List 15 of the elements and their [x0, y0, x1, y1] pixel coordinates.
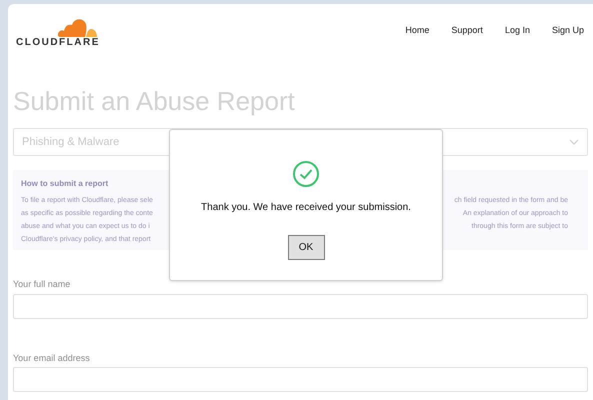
logo-wordmark: CLOUDFLARE: [16, 38, 100, 48]
nav-link[interactable]: Support: [451, 24, 483, 38]
nav-link[interactable]: Log In: [504, 24, 530, 38]
chevron-down-icon: [569, 139, 579, 145]
nav-link[interactable]: Home: [405, 24, 430, 38]
nav-link[interactable]: Sign Up: [552, 24, 584, 38]
cloud-logo-icon: [56, 16, 98, 38]
ok-button[interactable]: OK: [288, 235, 324, 260]
dialog-message: Thank you. We have received your submission.: [201, 201, 411, 215]
text-input-field[interactable]: [13, 367, 588, 392]
info-heading: How to submit a report: [21, 178, 110, 190]
field-label: Your email address: [13, 352, 91, 364]
field-label: Your full name: [13, 278, 72, 291]
text-input-field[interactable]: [13, 294, 588, 318]
check-circle-icon: [292, 160, 320, 188]
